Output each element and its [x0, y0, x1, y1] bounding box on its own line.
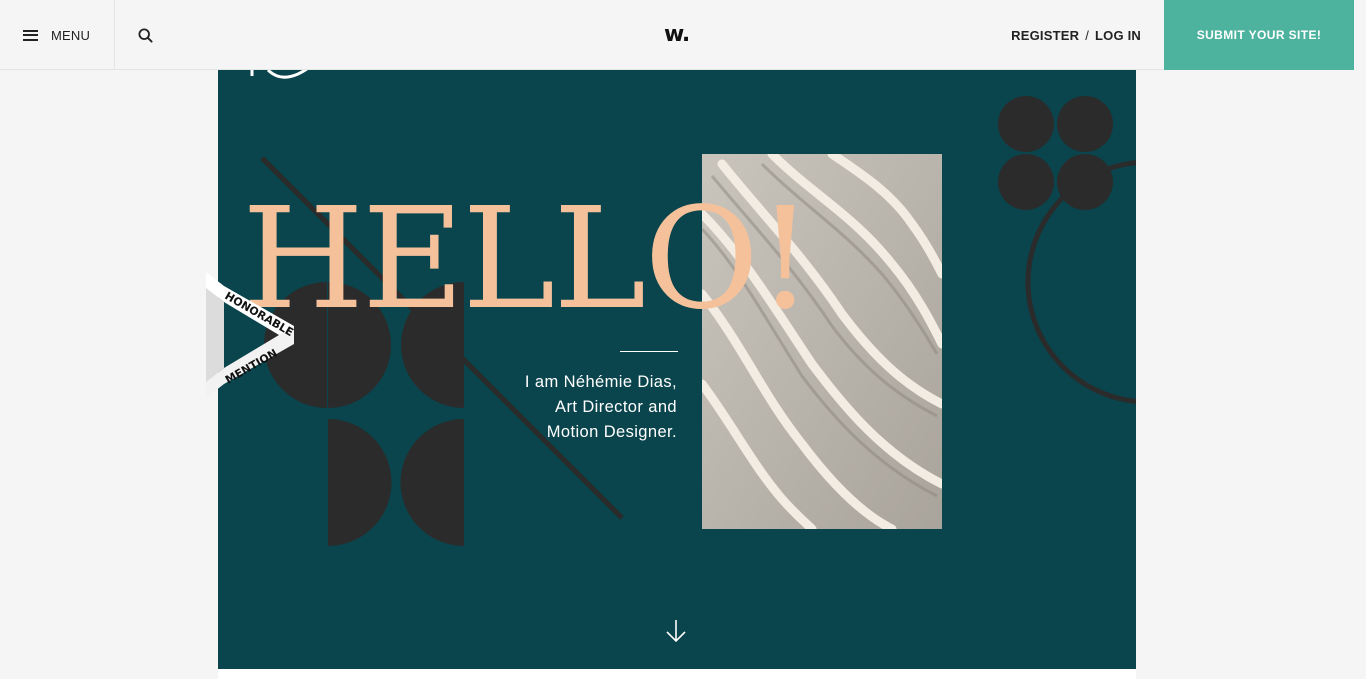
- site-logo[interactable]: w.: [664, 22, 690, 47]
- register-link[interactable]: REGISTER: [1011, 28, 1079, 43]
- intro-line: Art Director and: [555, 398, 677, 416]
- search-icon: [137, 27, 153, 43]
- decorative-shapes: [250, 70, 1136, 546]
- menu-button[interactable]: MENU: [0, 0, 115, 70]
- auth-links: REGISTER / LOG IN: [1011, 0, 1141, 70]
- login-link[interactable]: LOG IN: [1095, 28, 1141, 43]
- content-below-hero: [218, 669, 1136, 679]
- intro-line: I am Néhémie Dias,: [524, 373, 677, 391]
- intro-line: Motion Designer.: [546, 423, 677, 441]
- honorable-mention-badge[interactable]: HONORABLE MENTION: [206, 272, 302, 412]
- intro-text: I am Néhémie Dias, Art Director and Moti…: [525, 370, 677, 445]
- intro-divider: [620, 351, 678, 352]
- arrow-down-icon[interactable]: [664, 618, 688, 644]
- hero-headline: HELLO!: [242, 178, 813, 341]
- submit-site-button[interactable]: SUBMIT YOUR SITE!: [1164, 0, 1354, 70]
- site-preview-hero[interactable]: HELLO! I am Néhémie Dias, Art Director a…: [218, 70, 1136, 669]
- top-navigation-bar: MENU w. REGISTER / LOG IN SUBMIT YOUR SI…: [0, 0, 1354, 70]
- search-button[interactable]: [115, 0, 175, 70]
- menu-label: MENU: [51, 27, 91, 43]
- badge-line-1: HONORABLE: [223, 289, 296, 339]
- auth-separator: /: [1085, 27, 1090, 43]
- hamburger-icon: [23, 29, 38, 41]
